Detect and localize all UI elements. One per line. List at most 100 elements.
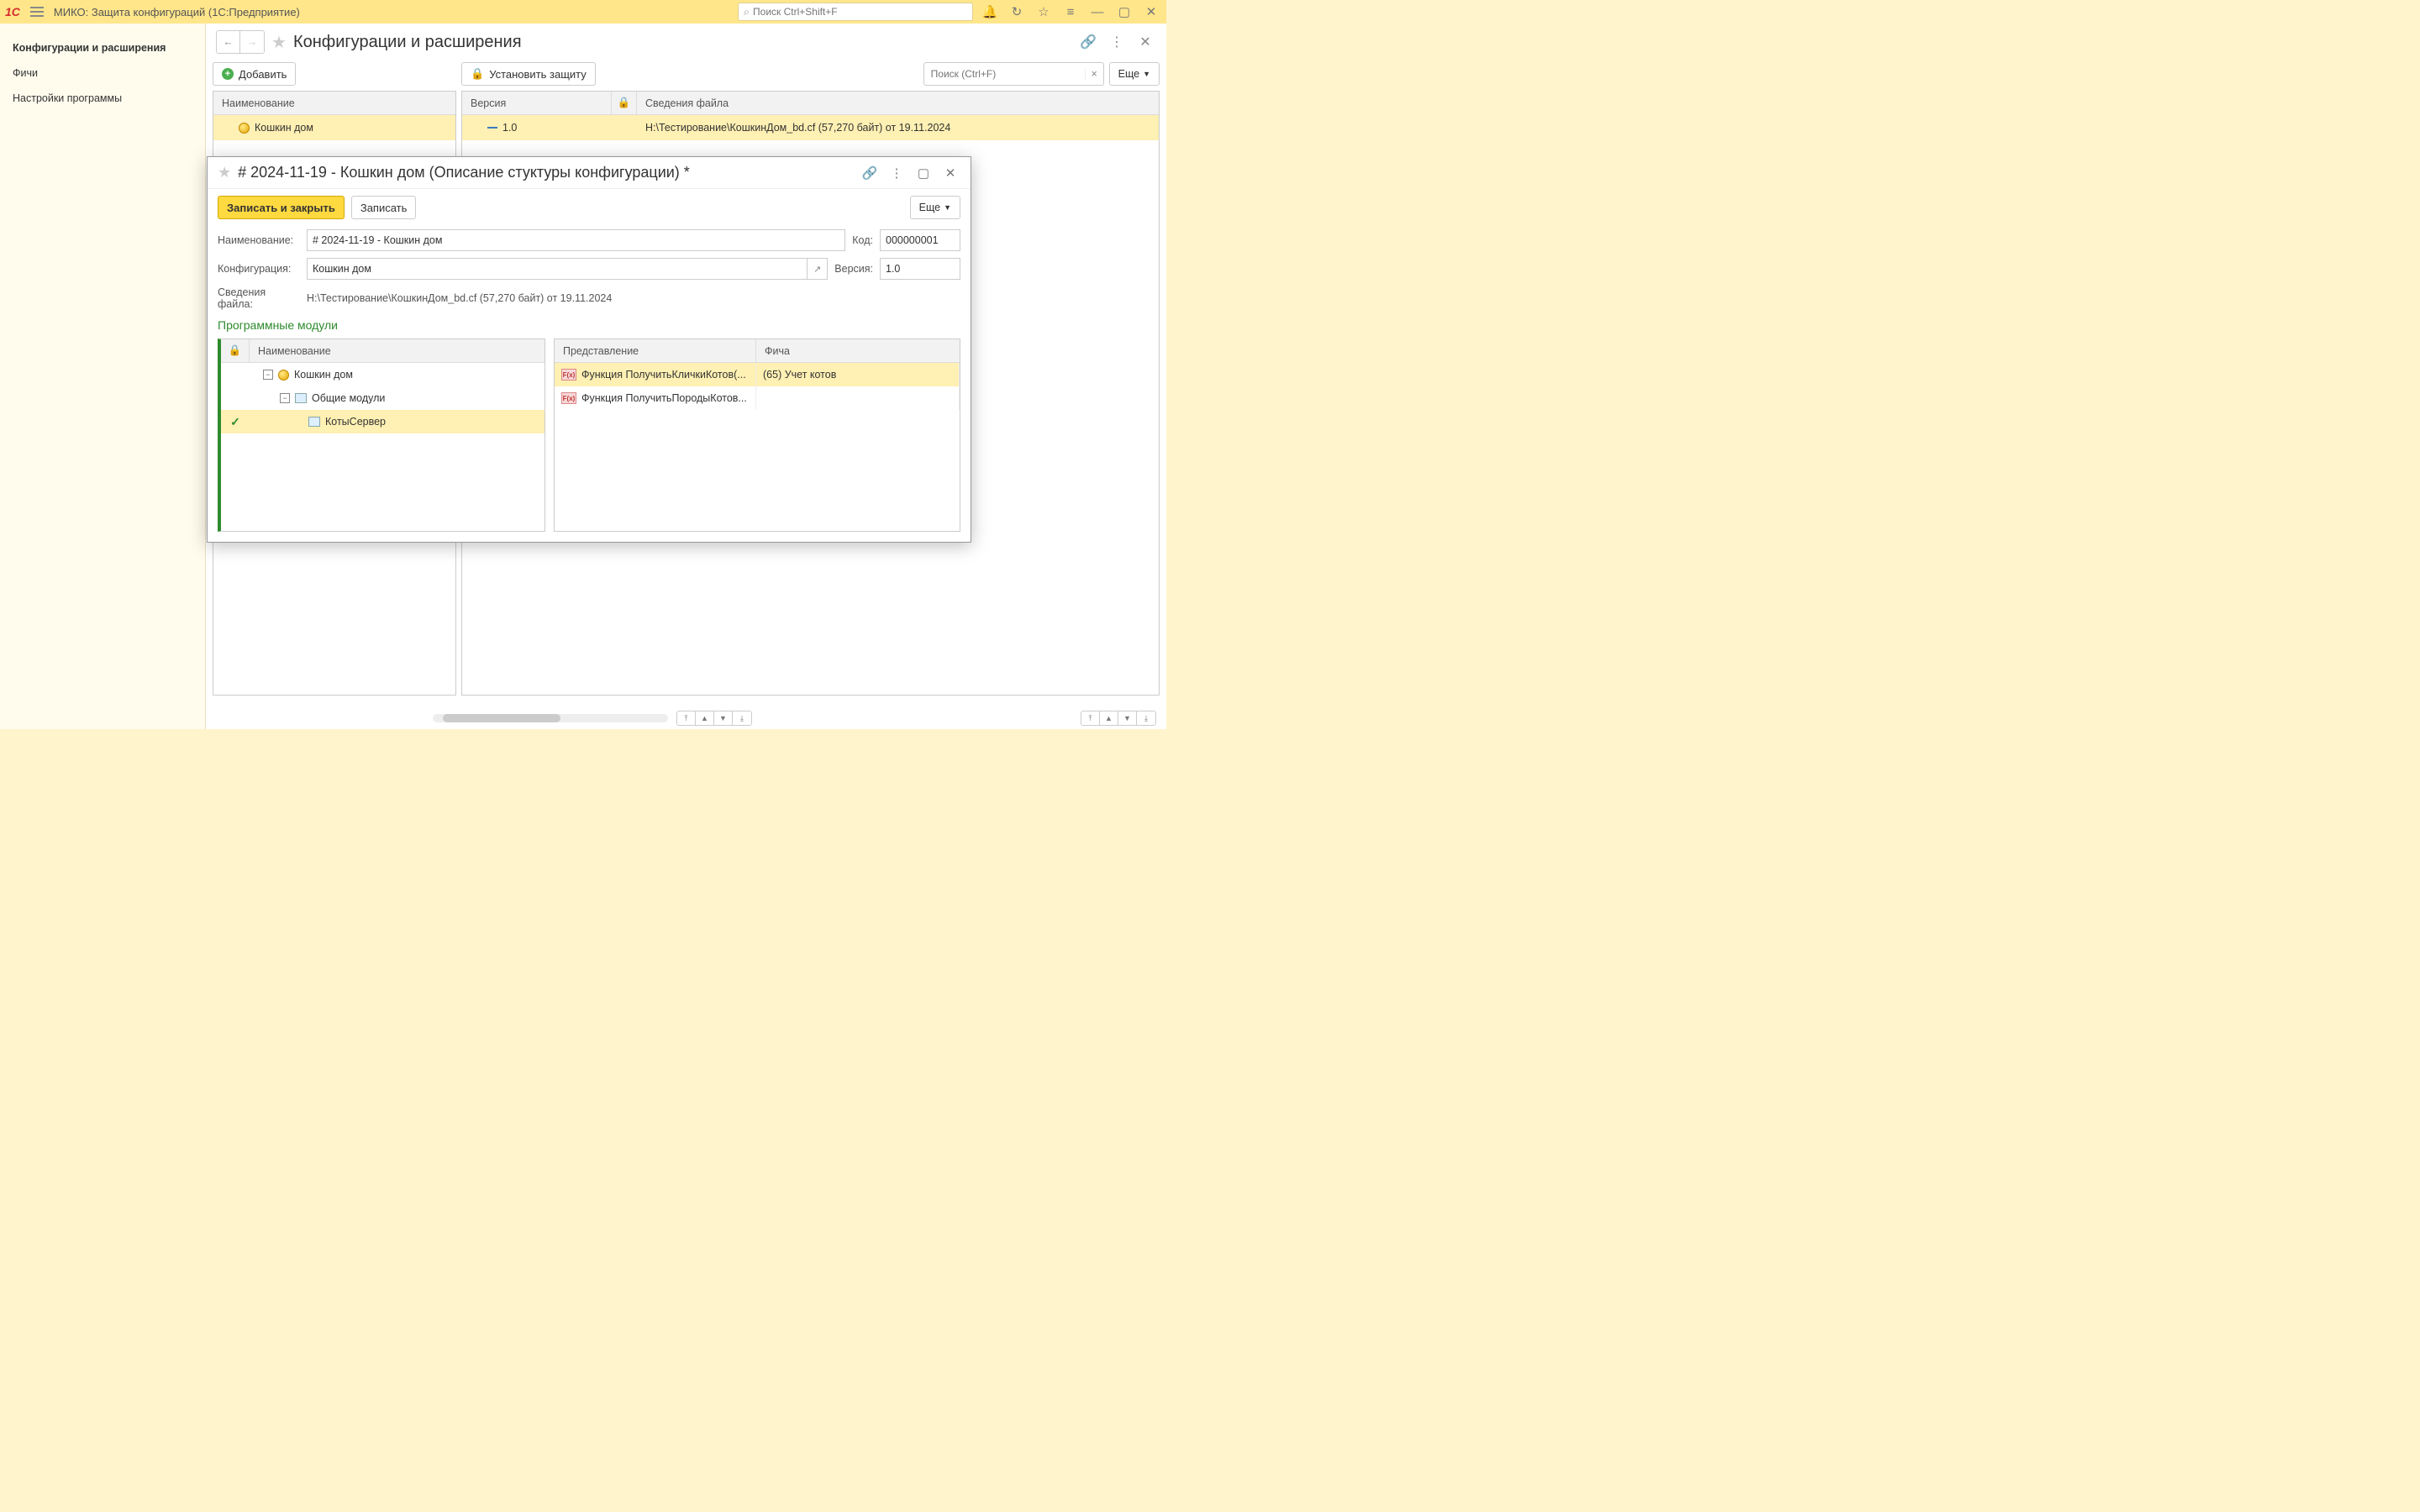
list-search[interactable]: ×: [923, 62, 1104, 86]
config-field[interactable]: Кошкин дом ↗: [307, 258, 828, 280]
functions-table: Представление Фича F(x) Функция Получить…: [554, 339, 960, 532]
code-field[interactable]: 000000001: [880, 229, 960, 251]
more-button-label: Еще: [1118, 68, 1139, 80]
label-name: Наименование:: [218, 234, 300, 246]
close-page-icon[interactable]: ✕: [1134, 31, 1156, 53]
label-file: Сведения файла:: [218, 286, 300, 310]
close-icon[interactable]: ✕: [1141, 2, 1161, 22]
sidebar-item-features[interactable]: Фичи: [0, 60, 205, 86]
nav-down-icon[interactable]: ▼: [1118, 711, 1137, 725]
config-name: Кошкин дом: [255, 122, 313, 134]
bottom-controls: ⤒ ▲ ▼ ⤓ ⤒ ▲ ▼ ⤓: [433, 711, 1156, 726]
nav-first-icon[interactable]: ⤒: [1081, 711, 1100, 725]
clear-search-icon[interactable]: ×: [1085, 68, 1103, 80]
tree-row[interactable]: ✓ КотыСервер: [221, 410, 544, 433]
protect-button-label: Установить защиту: [489, 68, 587, 81]
nav-down-icon[interactable]: ▼: [714, 711, 733, 725]
more-button-label: Еще: [919, 202, 940, 213]
section-modules: Программные модули: [208, 313, 971, 333]
global-search-input[interactable]: [753, 6, 967, 18]
kebab-icon[interactable]: ⋮: [1106, 31, 1128, 53]
protect-button[interactable]: 🔒 Установить защиту: [461, 62, 596, 86]
favorite-star-icon[interactable]: ★: [271, 32, 287, 53]
star-icon[interactable]: ☆: [1034, 2, 1054, 22]
col-name[interactable]: Наименование: [213, 92, 455, 114]
func-row[interactable]: F(x) Функция ПолучитьКличкиКотов(... (65…: [555, 363, 960, 386]
nav-back-button[interactable]: ←: [217, 31, 240, 53]
col-tree-name[interactable]: Наименование: [250, 339, 544, 362]
more-button[interactable]: Еще ▼: [1109, 62, 1160, 86]
collapse-icon[interactable]: −: [280, 393, 290, 403]
favorite-star-icon[interactable]: ★: [218, 164, 231, 181]
chevron-down-icon: ▼: [944, 203, 951, 212]
maximize-icon[interactable]: ▢: [1114, 2, 1134, 22]
col-version[interactable]: Версия: [462, 92, 612, 114]
label-version: Версия:: [834, 263, 873, 275]
name-field[interactable]: # 2024-11-19 - Кошкин дом: [307, 229, 845, 251]
sidebar-item-configs[interactable]: Конфигурации и расширения: [0, 35, 205, 60]
function-icon: F(x): [561, 392, 576, 404]
file-value: H:\Тестирование\КошкинДом_bd.cf (57,270 …: [307, 292, 612, 304]
nav-up-icon[interactable]: ▲: [1100, 711, 1118, 725]
version-field[interactable]: 1.0: [880, 258, 960, 280]
tree-node-label: КотыСервер: [325, 416, 386, 428]
maximize-icon[interactable]: ▢: [913, 163, 934, 183]
col-file[interactable]: Сведения файла: [637, 92, 1159, 114]
version-value: 1.0: [502, 122, 517, 134]
func-feature: [756, 386, 960, 410]
page-title: Конфигурации и расширения: [293, 33, 522, 52]
add-button-label: Добавить: [239, 68, 287, 81]
nav-last-icon[interactable]: ⤓: [733, 711, 751, 725]
global-search[interactable]: ⌕: [738, 3, 973, 21]
nav-up-icon[interactable]: ▲: [696, 711, 714, 725]
collapse-icon[interactable]: −: [263, 370, 273, 380]
module-icon: [308, 417, 320, 427]
plus-icon: +: [222, 68, 234, 80]
func-row[interactable]: F(x) Функция ПолучитьПородыКотов...: [555, 386, 960, 410]
titlebar: 1C МИКО: Защита конфигураций (1С:Предпри…: [0, 0, 1166, 24]
tree-row[interactable]: − Общие модули: [221, 386, 544, 410]
modules-tree: 🔒 Наименование − Кошкин дом −: [218, 339, 545, 532]
col-lock-icon[interactable]: 🔒: [221, 339, 250, 362]
func-feature: (65) Учет котов: [756, 363, 960, 386]
col-feature[interactable]: Фича: [756, 339, 960, 362]
bell-icon[interactable]: 🔔: [980, 2, 1000, 22]
table-row[interactable]: Кошкин дом: [213, 115, 455, 140]
col-lock[interactable]: 🔒: [612, 92, 637, 114]
dialog-title: # 2024-11-19 - Кошкин дом (Описание стук…: [238, 164, 853, 181]
col-representation[interactable]: Представление: [555, 339, 756, 362]
dash-icon: [487, 127, 497, 129]
main-menu-icon[interactable]: [27, 3, 47, 20]
dialog-more-button[interactable]: Еще ▼: [910, 196, 960, 219]
nav-pills-right[interactable]: ⤒ ▲ ▼ ⤓: [1081, 711, 1156, 726]
nav-last-icon[interactable]: ⤓: [1137, 711, 1155, 725]
sidebar: Конфигурации и расширения Фичи Настройки…: [0, 24, 206, 729]
history-icon[interactable]: ↻: [1007, 2, 1027, 22]
module-folder-icon: [295, 393, 307, 403]
app-title: МИКО: Защита конфигураций (1С:Предприяти…: [54, 6, 300, 18]
table-row[interactable]: 1.0 H:\Тестирование\КошкинДом_bd.cf (57,…: [462, 115, 1159, 140]
sidebar-item-settings[interactable]: Настройки программы: [0, 86, 205, 111]
minimize-icon[interactable]: —: [1087, 2, 1107, 22]
nav-pills-left[interactable]: ⤒ ▲ ▼ ⤓: [676, 711, 752, 726]
list-search-input[interactable]: [924, 68, 1085, 80]
nav-forward-button[interactable]: →: [240, 31, 264, 53]
tree-node-label: Общие модули: [312, 392, 385, 404]
config-ball-icon: [239, 123, 250, 134]
link-icon[interactable]: 🔗: [1077, 31, 1099, 53]
open-ref-icon[interactable]: ↗: [807, 259, 827, 279]
add-button[interactable]: + Добавить: [213, 62, 296, 86]
nav-first-icon[interactable]: ⤒: [677, 711, 696, 725]
label-code: Код:: [852, 234, 873, 246]
settings-icon[interactable]: ≡: [1060, 2, 1081, 22]
hscrollbar-left[interactable]: [433, 714, 668, 722]
link-icon[interactable]: 🔗: [860, 163, 880, 183]
tree-node-label: Кошкин дом: [294, 369, 353, 381]
logo-1c-icon: 1C: [5, 5, 20, 18]
close-icon[interactable]: ✕: [940, 163, 960, 183]
save-button[interactable]: Записать: [351, 196, 417, 219]
tree-row[interactable]: − Кошкин дом: [221, 363, 544, 386]
save-close-button[interactable]: Записать и закрыть: [218, 196, 345, 219]
kebab-icon[interactable]: ⋮: [886, 163, 907, 183]
lock-icon: 🔒: [471, 67, 484, 81]
